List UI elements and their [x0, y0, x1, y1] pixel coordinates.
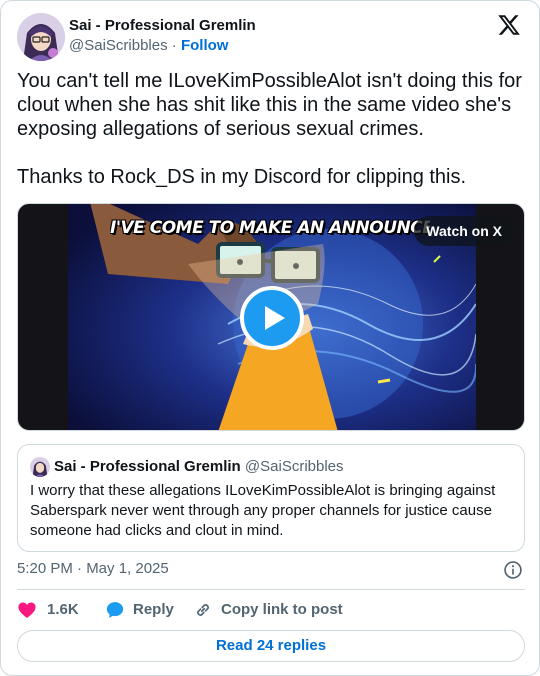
read-replies-button[interactable]: Read 24 replies: [17, 630, 525, 662]
play-button[interactable]: [240, 286, 304, 350]
x-logo-icon[interactable]: [497, 13, 521, 37]
video-caption-text: I'VE COME TO MAKE AN ANNOUNCEMENT: [110, 218, 430, 238]
copy-link-label: Copy link to post: [221, 601, 343, 618]
reply-bubble-icon: [106, 602, 124, 618]
quote-author-handle: @SaiScribbles: [244, 458, 344, 475]
info-icon[interactable]: [503, 560, 523, 580]
quote-author-avatar: [30, 457, 50, 477]
divider: [17, 589, 525, 590]
quoted-tweet[interactable]: Sai - Professional Gremlin @SaiScribbles…: [17, 444, 525, 552]
tweet-embed-card: Sai - Professional Gremlin @SaiScribbles…: [0, 0, 540, 676]
reply-label: Reply: [133, 601, 174, 618]
follow-button[interactable]: Follow: [181, 37, 229, 54]
play-icon: [265, 306, 285, 330]
heart-icon: [18, 602, 36, 618]
author-display-name[interactable]: Sai - Professional Gremlin: [69, 16, 256, 36]
author-avatar[interactable]: [17, 13, 65, 61]
separator-dot: ·: [171, 37, 177, 54]
video-player[interactable]: I'VE COME TO MAKE AN ANNOUNCEMENT Watch …: [17, 203, 525, 431]
link-icon: [197, 604, 209, 616]
reply-button[interactable]: Reply: [105, 599, 185, 621]
timestamp-link[interactable]: 5:20 PM · May 1, 2025: [17, 560, 169, 577]
quote-author-name: Sai - Professional Gremlin: [54, 458, 241, 475]
author-handle[interactable]: @SaiScribbles: [69, 37, 168, 54]
author-handle-line: @SaiScribbles · Follow: [69, 36, 256, 56]
tweet-header: Sai - Professional Gremlin @SaiScribbles…: [17, 13, 523, 63]
author-name-block: Sai - Professional Gremlin @SaiScribbles…: [69, 16, 256, 56]
action-bar: 1.6K Reply Copy link to post: [17, 599, 525, 621]
quote-header: Sai - Professional Gremlin @SaiScribbles: [54, 457, 344, 477]
tweet-text: You can't tell me ILoveKimPossibleAlot i…: [17, 70, 522, 188]
like-button[interactable]: 1.6K: [17, 599, 87, 621]
tweet-meta: 5:20 PM · May 1, 2025: [17, 559, 525, 581]
like-count: 1.6K: [47, 601, 79, 618]
copy-link-button[interactable]: Copy link to post: [193, 599, 353, 621]
quote-text: I worry that these allegations ILoveKimP…: [30, 482, 496, 539]
watch-on-x-button[interactable]: Watch on X: [414, 216, 514, 246]
